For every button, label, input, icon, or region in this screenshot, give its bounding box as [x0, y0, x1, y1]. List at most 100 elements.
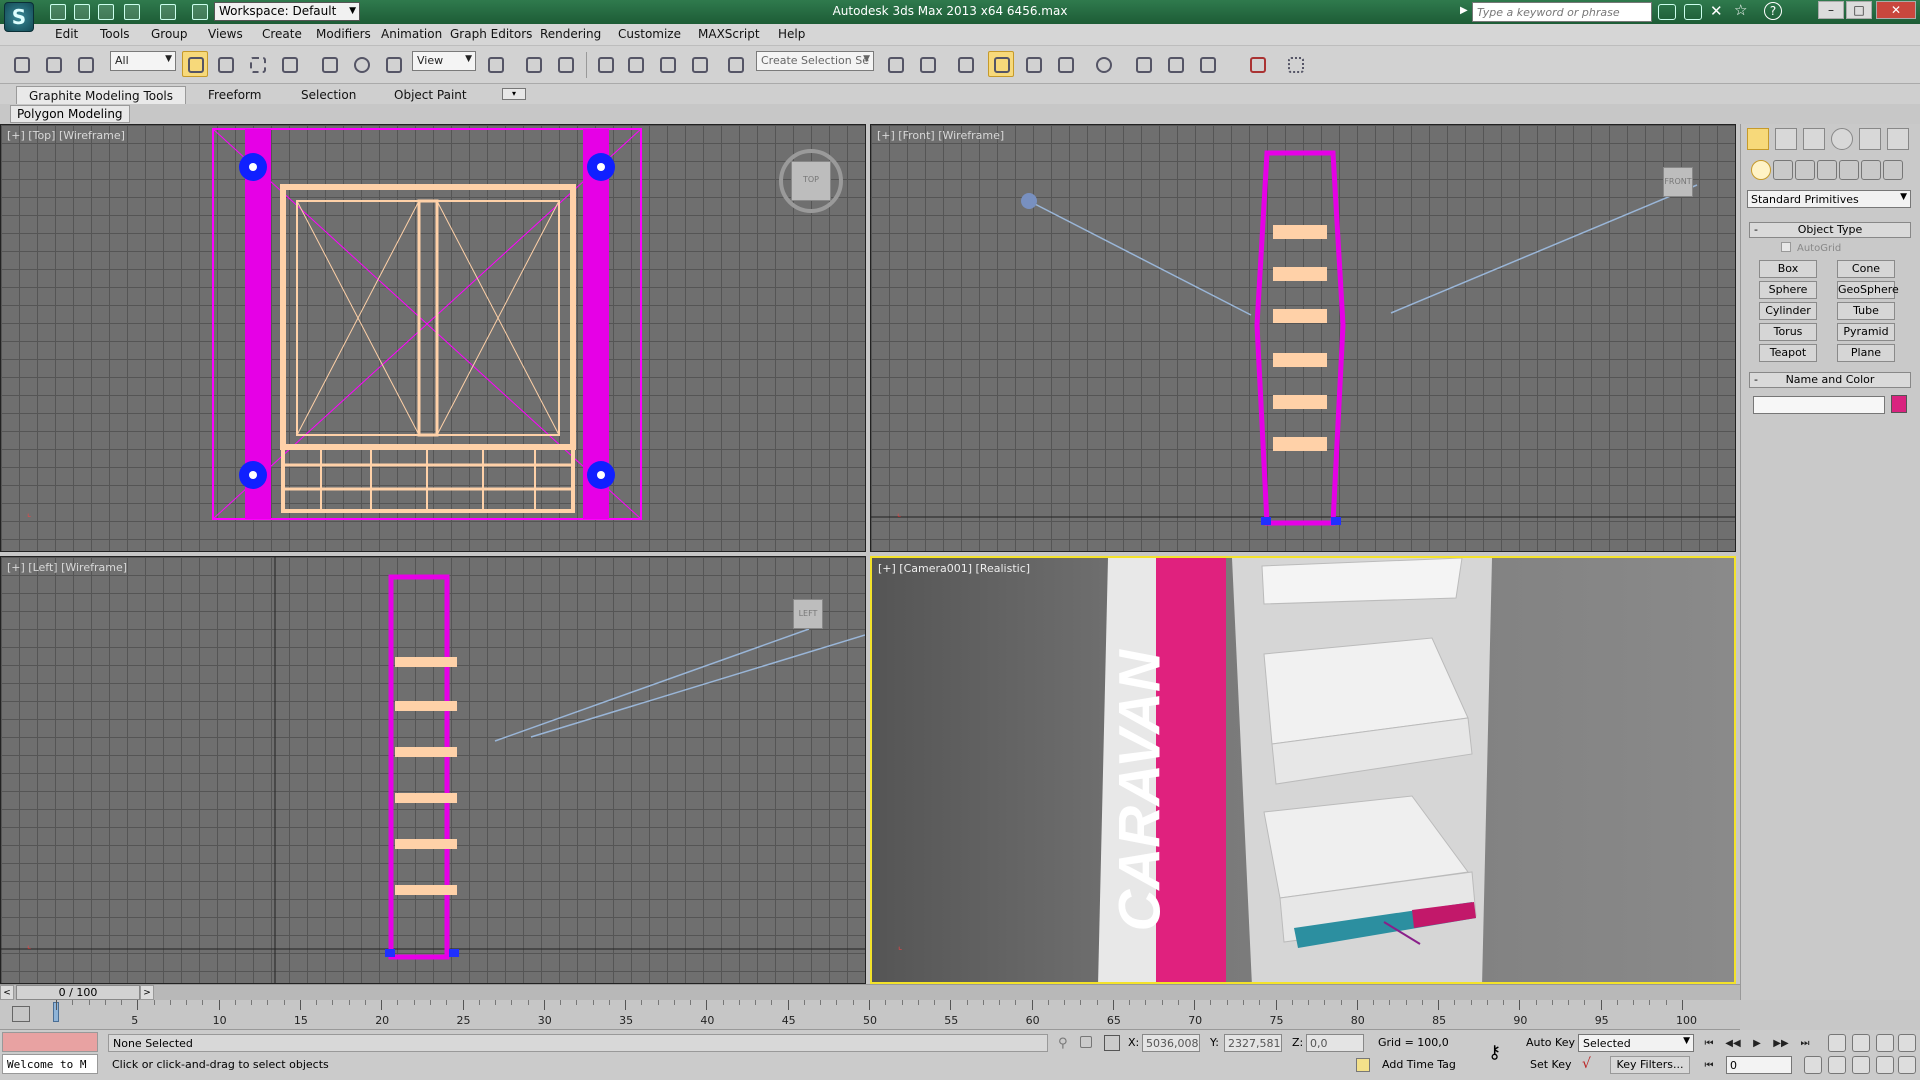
sphere-button[interactable]: Sphere — [1759, 281, 1817, 299]
key-mode-dropdown[interactable]: Selected ▼ — [1578, 1034, 1694, 1052]
cylinder-button[interactable]: Cylinder — [1759, 302, 1817, 320]
helpers-icon[interactable] — [1839, 160, 1859, 180]
time-slider-thumb[interactable]: 0 / 100 — [16, 985, 140, 1000]
ribbon-options-button[interactable]: ▾ — [502, 88, 526, 100]
compact-toolbar-button[interactable] — [1244, 51, 1270, 77]
window-crossing-button[interactable] — [276, 51, 302, 77]
maxscript-listener-mini[interactable] — [2, 1032, 98, 1052]
viewport-top[interactable]: [+] [Top] [Wireframe] TOP ⌞ — [0, 124, 866, 552]
zoom-icon[interactable] — [1828, 1034, 1846, 1052]
select-and-move-button[interactable] — [316, 51, 342, 77]
menu-group[interactable]: Group — [151, 27, 188, 41]
selection-filter-dropdown[interactable]: All ▼ — [110, 51, 176, 71]
tab-selection[interactable]: Selection — [289, 86, 368, 104]
mirror-button[interactable] — [882, 51, 908, 77]
zoom-extents-icon[interactable] — [1876, 1034, 1894, 1052]
maxscript-input[interactable]: Welcome to M — [2, 1054, 98, 1074]
select-and-link-button[interactable] — [8, 51, 34, 77]
motion-tab-icon[interactable] — [1831, 128, 1853, 150]
go-to-end-icon[interactable]: ⏭ — [1796, 1036, 1814, 1052]
track-bar[interactable]: 5 10 15 20 25 30 35 40 45 50 55 60 65 70 75 80 85 90 95 100 — [0, 1000, 1740, 1030]
layer-manager-button[interactable] — [952, 51, 978, 77]
previous-frame-arrow-icon[interactable]: < — [0, 985, 14, 1000]
new-file-icon[interactable] — [50, 4, 66, 20]
selection-lock-icon[interactable] — [1080, 1036, 1092, 1048]
tab-object-paint[interactable]: Object Paint — [382, 86, 479, 104]
go-to-start-icon[interactable]: ⏮ — [1700, 1036, 1718, 1052]
redo-icon[interactable] — [160, 4, 176, 20]
menu-maxscript[interactable]: MAXScript — [698, 27, 760, 41]
torus-button[interactable]: Torus — [1759, 323, 1817, 341]
absolute-mode-transform-icon[interactable] — [1104, 1035, 1120, 1051]
cone-button[interactable]: Cone — [1837, 260, 1895, 278]
menu-help[interactable]: Help — [778, 27, 805, 41]
z-coordinate-input[interactable]: 0,0 — [1306, 1034, 1364, 1052]
curve-editor-button[interactable] — [1020, 51, 1046, 77]
scene-explorer-button[interactable] — [1282, 51, 1308, 77]
named-selection-set-dropdown[interactable]: Create Selection Se ▼ — [756, 51, 874, 71]
autogrid-checkbox[interactable]: AutoGrid — [1781, 242, 1841, 254]
maximize-button[interactable]: □ — [1846, 1, 1872, 19]
viewport-front[interactable]: [+] [Front] [Wireframe] FRONT ⌞ — [870, 124, 1736, 552]
select-manipulate-button[interactable] — [520, 51, 546, 77]
menu-animation[interactable]: Animation — [381, 27, 442, 41]
unlink-selection-button[interactable] — [40, 51, 66, 77]
cameras-icon[interactable] — [1817, 160, 1837, 180]
display-tab-icon[interactable] — [1859, 128, 1881, 150]
play-icon[interactable]: ▶ — [1748, 1036, 1766, 1052]
search-expand-icon[interactable]: ▶ — [1460, 5, 1468, 16]
time-slider[interactable]: < 0 / 100 > — [0, 984, 1740, 1000]
name-and-color-rollout[interactable]: - Name and Color — [1749, 372, 1911, 388]
app-menu-button[interactable]: S — [4, 2, 34, 32]
object-color-swatch[interactable] — [1891, 395, 1907, 413]
menu-graph-editors[interactable]: Graph Editors — [450, 27, 532, 41]
rendered-frame-window-button[interactable] — [1162, 51, 1188, 77]
object-type-rollout[interactable]: - Object Type — [1749, 222, 1911, 238]
render-production-button[interactable] — [1194, 51, 1220, 77]
set-key-icon[interactable]: ⚷ — [1488, 1042, 1501, 1063]
project-folder-icon[interactable] — [192, 4, 208, 20]
shapes-icon[interactable] — [1773, 160, 1793, 180]
x-coordinate-input[interactable]: 5036,008 — [1142, 1034, 1200, 1052]
keyboard-shortcut-override-button[interactable] — [552, 51, 578, 77]
pan-hand-icon[interactable] — [1828, 1056, 1846, 1074]
tab-graphite-modeling-tools[interactable]: Graphite Modeling Tools — [16, 86, 187, 104]
menu-edit[interactable]: Edit — [55, 27, 78, 41]
y-coordinate-input[interactable]: 2327,581 — [1224, 1034, 1282, 1052]
align-button[interactable] — [914, 51, 940, 77]
binoculars-icon[interactable] — [1658, 4, 1676, 20]
orbit-icon[interactable] — [1852, 1056, 1870, 1074]
viewcube[interactable]: LEFT — [793, 599, 823, 629]
systems-icon[interactable] — [1883, 160, 1903, 180]
viewcube[interactable]: TOP — [791, 161, 831, 201]
menu-create[interactable]: Create — [262, 27, 302, 41]
pivot-center-button[interactable] — [482, 51, 508, 77]
maximize-viewport-icon[interactable] — [1876, 1056, 1894, 1074]
workspace-dropdown[interactable]: Workspace: Default ▼ — [214, 2, 360, 21]
save-icon[interactable] — [98, 4, 114, 20]
select-by-name-button[interactable] — [212, 51, 238, 77]
subscription-icon[interactable] — [1684, 4, 1702, 20]
current-frame-input[interactable]: 0 — [1726, 1056, 1792, 1074]
lights-icon[interactable] — [1795, 160, 1815, 180]
material-editor-button[interactable] — [1090, 51, 1116, 77]
field-of-view-icon[interactable] — [1804, 1056, 1822, 1074]
key-filters-button[interactable]: Key Filters... — [1610, 1056, 1690, 1074]
key-mode-toggle-icon[interactable]: ⏮ — [1700, 1058, 1718, 1074]
close-button[interactable]: ✕ — [1876, 1, 1916, 19]
modify-tab-icon[interactable] — [1775, 128, 1797, 150]
viewport-camera[interactable]: [+] [Camera001] [Realistic] CARAVAN ⌞ — [870, 556, 1736, 984]
object-name-input[interactable] — [1753, 396, 1885, 414]
zoom-all-icon[interactable] — [1852, 1034, 1870, 1052]
auto-key-button[interactable]: Auto Key — [1522, 1034, 1579, 1052]
select-and-rotate-button[interactable] — [348, 51, 374, 77]
graphite-ribbon-toggle-button[interactable] — [988, 51, 1014, 77]
menu-customize[interactable]: Customize — [618, 27, 681, 41]
geometry-sphere-icon[interactable] — [1751, 160, 1771, 180]
tab-freeform[interactable]: Freeform — [196, 86, 273, 104]
menu-rendering[interactable]: Rendering — [540, 27, 601, 41]
set-key-mode-icon[interactable]: √ — [1582, 1056, 1591, 1072]
select-object-button[interactable] — [182, 51, 208, 77]
communication-center-icon[interactable]: ✕ — [1710, 2, 1723, 20]
undo-icon[interactable] — [124, 4, 140, 20]
